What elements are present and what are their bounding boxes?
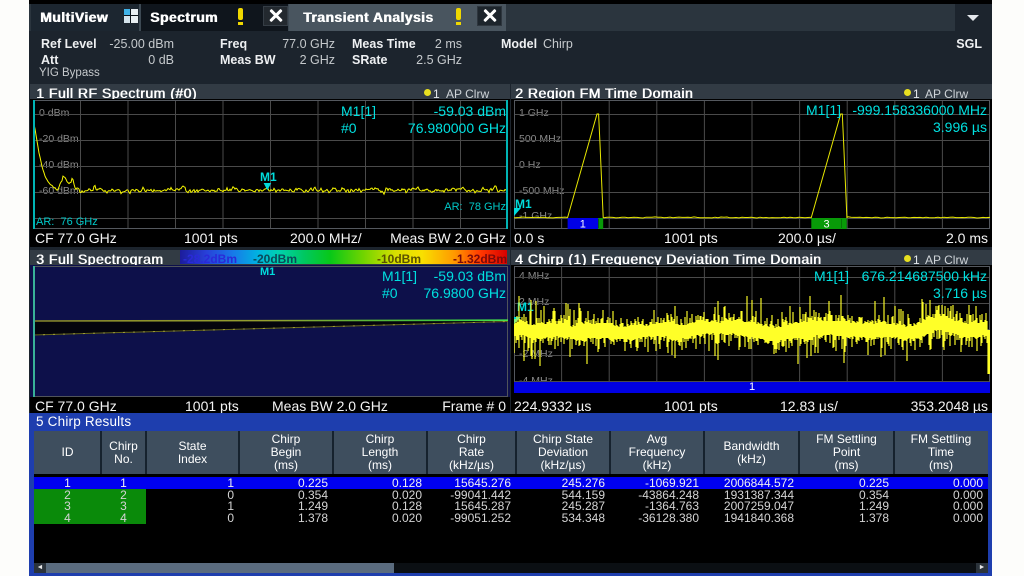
svg-text:1: 1 (580, 219, 586, 230)
svg-text:3: 3 (823, 219, 829, 230)
